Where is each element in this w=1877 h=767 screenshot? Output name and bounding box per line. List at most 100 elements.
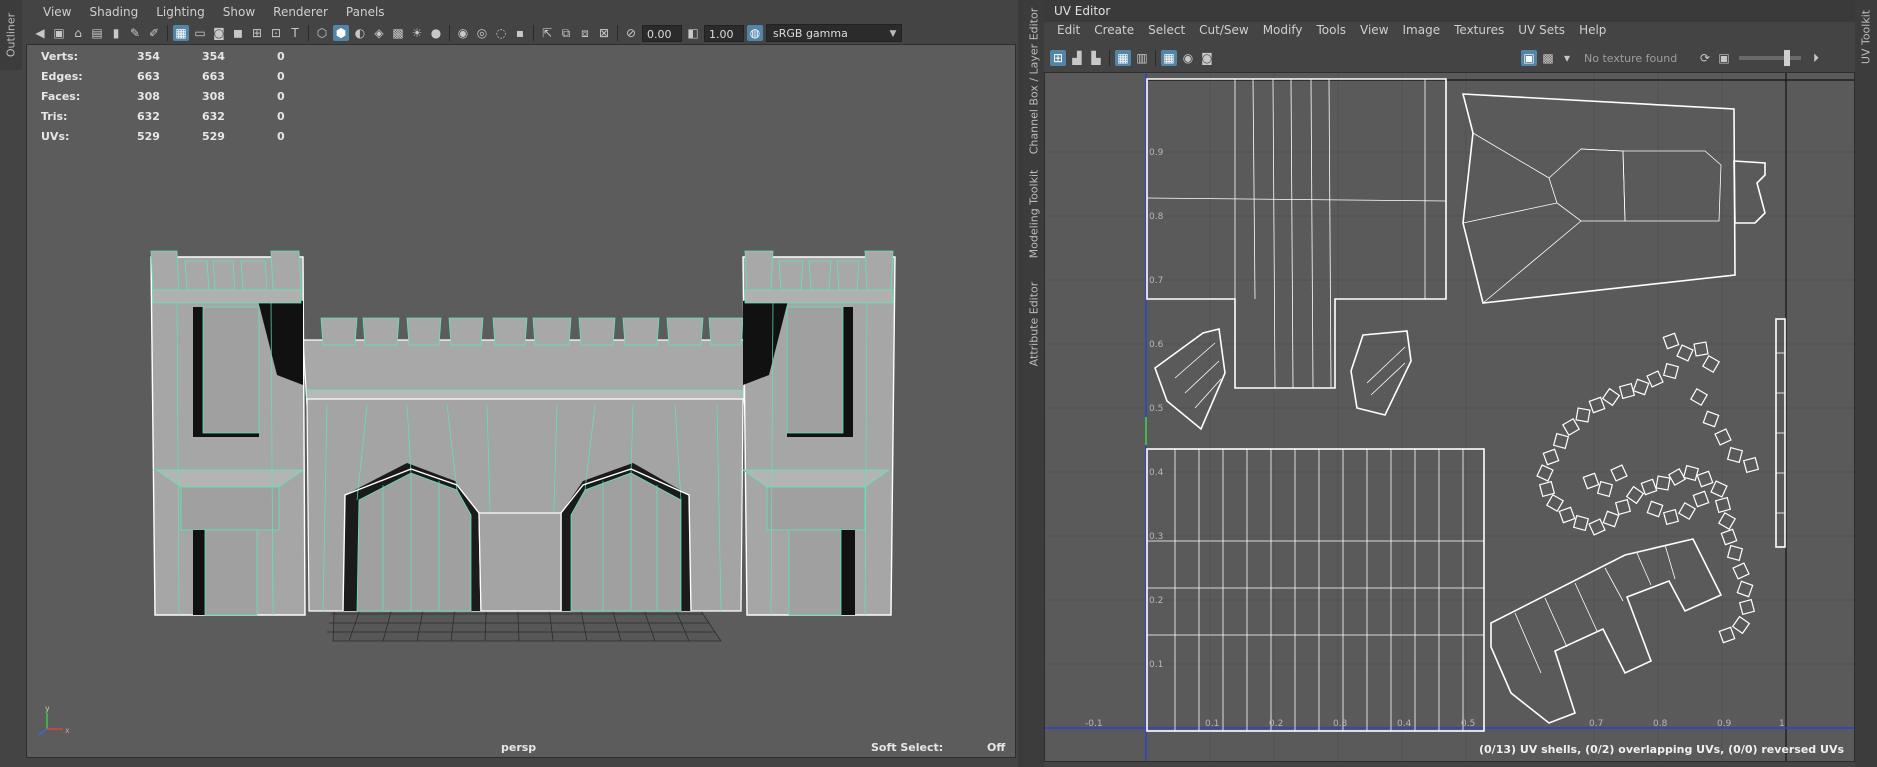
uv-menu-view[interactable]: View (1353, 19, 1395, 41)
display-image-icon[interactable]: ▣ (1521, 50, 1537, 66)
gamma-field[interactable]: 1.00 (704, 24, 744, 42)
viewport-menubar: View Shading Lighting Show Renderer Pane… (24, 0, 1018, 24)
depth-of-field-icon[interactable]: ▪ (512, 25, 528, 41)
attribute-editor-tab[interactable]: Attribute Editor (1024, 276, 1044, 372)
chevron-down-icon[interactable]: ▾ (1559, 50, 1575, 66)
view-transform-dropdown[interactable]: sRGB gamma ▼ (766, 24, 902, 42)
motion-blur-icon[interactable]: ◎ (474, 25, 490, 41)
outliner-tab[interactable]: Outliner (0, 0, 22, 70)
outliner-tab-label: Outliner (4, 12, 18, 58)
modeling-toolkit-tab[interactable]: Modeling Toolkit (1024, 164, 1044, 264)
image-plane-icon[interactable]: ▤ (89, 25, 105, 41)
camera-name-label: persp (501, 741, 537, 754)
field-chart-icon[interactable]: ⊞ (249, 25, 265, 41)
screen-space-ao-icon[interactable]: ◉ (455, 25, 471, 41)
two-d-pan-icon[interactable]: ✎ (127, 25, 143, 41)
menu-show[interactable]: Show (214, 0, 264, 24)
film-gate-icon[interactable]: ▭ (192, 25, 208, 41)
grid-icon[interactable]: ▦ (173, 25, 189, 41)
xray-joints-icon[interactable]: ⧈ (577, 25, 593, 41)
brightness-slider[interactable] (1739, 50, 1801, 66)
menu-lighting[interactable]: Lighting (147, 0, 214, 24)
menu-renderer[interactable]: Renderer (264, 0, 337, 24)
bookmarks-icon[interactable]: ⌂ (70, 25, 86, 41)
safe-title-icon[interactable]: T (287, 25, 303, 41)
refresh-icon[interactable]: ⟳ (1697, 50, 1713, 66)
wireframe-icon[interactable]: ⬡ (314, 25, 330, 41)
checker-tiles-icon[interactable]: ▩ (1540, 50, 1556, 66)
uv-menu-edit[interactable]: Edit (1050, 19, 1087, 41)
soft-select-label: Soft Select: (871, 741, 944, 754)
chevron-down-icon: ▼ (889, 29, 897, 39)
isolate-select-icon[interactable]: ⇱ (539, 25, 555, 41)
color-management-icon[interactable]: ◍ (747, 25, 763, 41)
uv-axis-y-label: 0.9 (1149, 148, 1164, 158)
uv-menu-modify[interactable]: Modify (1256, 19, 1310, 41)
exposure-icon[interactable]: ⊘ (623, 25, 639, 41)
axis-gizmo (38, 713, 63, 736)
use-all-lights-icon[interactable]: ☀ (409, 25, 425, 41)
uv-texture-view[interactable]: -0.1 0.1 0.2 0.3 0.4 0.5 0.7 0.8 0.9 1 0… (1044, 72, 1855, 762)
grease-pencil-icon[interactable]: ✐ (146, 25, 162, 41)
uv-menu-select[interactable]: Select (1141, 19, 1192, 41)
soft-select-value: Off (987, 741, 1006, 754)
uv-borders-icon[interactable]: ◉ (1180, 50, 1196, 66)
resolution-gate-icon[interactable]: ◙ (211, 25, 227, 41)
hud-value: 632 (202, 110, 225, 123)
xray-icon[interactable]: ⧉ (558, 25, 574, 41)
toolbar-divider (449, 25, 450, 41)
pixel-snap-icon[interactable]: ▥ (1134, 50, 1150, 66)
bookmark-icon[interactable]: ▮ (108, 25, 124, 41)
exposure-field[interactable]: 0.00 (642, 24, 682, 42)
xray-active-icon[interactable]: ⊠ (596, 25, 612, 41)
uv-shell-icon[interactable]: ▟ (1069, 50, 1085, 66)
uv-axis-labels: -0.1 0.1 0.2 0.3 0.4 0.5 0.7 0.8 0.9 1 0… (1085, 148, 1785, 729)
castle-model[interactable]: y x (27, 45, 1016, 758)
uv-menu-image[interactable]: Image (1396, 19, 1448, 41)
step-icon[interactable]: ⏵ (1808, 50, 1824, 66)
camera-attributes-icon[interactable]: ▣ (51, 25, 67, 41)
show-grid-icon[interactable]: ▦ (1115, 50, 1131, 66)
gamma-icon[interactable]: ◧ (685, 25, 701, 41)
uv-menu-tools[interactable]: Tools (1309, 19, 1353, 41)
uv-toolkit-tab[interactable]: UV Toolkit (1855, 0, 1877, 767)
uv-editor-panel: UV Editor Edit Create Select Cut/Sew Mod… (1044, 0, 1855, 767)
channel-box-tab-label: Channel Box / Layer Editor (1027, 7, 1041, 155)
uv-axis-x-label: -0.1 (1085, 719, 1103, 729)
uv-layout[interactable]: -0.1 0.1 0.2 0.3 0.4 0.5 0.7 0.8 0.9 1 0… (1045, 73, 1855, 762)
uv-menu-uv-sets[interactable]: UV Sets (1511, 19, 1572, 41)
safe-action-icon[interactable]: ⊡ (268, 25, 284, 41)
shadows-icon[interactable]: ● (428, 25, 444, 41)
default-material-icon[interactable]: ◐ (352, 25, 368, 41)
hud-row: UVs: 529 529 0 (41, 127, 285, 147)
uv-menu-cut-sew[interactable]: Cut/Sew (1192, 19, 1256, 41)
uv-axis-x-label: 0.2 (1269, 719, 1283, 729)
channel-box-tab[interactable]: Channel Box / Layer Editor (1024, 8, 1044, 154)
checker-icon[interactable]: ▦ (1161, 50, 1177, 66)
anti-aliasing-icon[interactable]: ◌ (493, 25, 509, 41)
image-icon[interactable]: ▣ (1716, 50, 1732, 66)
hud-label: Edges: (41, 70, 83, 83)
hud-value: 0 (277, 50, 285, 63)
uv-menu-create[interactable]: Create (1087, 19, 1141, 41)
select-camera-icon[interactable]: ◀ (32, 25, 48, 41)
hud-value: 0 (277, 90, 285, 103)
uv-menu-help[interactable]: Help (1572, 19, 1613, 41)
gate-mask-icon[interactable]: ◼ (230, 25, 246, 41)
smooth-shade-icon[interactable]: ⬢ (333, 25, 349, 41)
menu-view[interactable]: View (34, 0, 80, 24)
uv-distort-icon[interactable]: ▙ (1088, 50, 1104, 66)
uv-menu-textures[interactable]: Textures (1447, 19, 1511, 41)
slider-handle[interactable] (1784, 50, 1790, 66)
menu-shading[interactable]: Shading (80, 0, 147, 24)
view-transform-value: sRGB gamma (773, 27, 848, 40)
texture-field[interactable]: No texture found (1578, 52, 1694, 65)
wireframe-on-shaded-icon[interactable]: ◈ (371, 25, 387, 41)
menu-panels[interactable]: Panels (337, 0, 394, 24)
uv-axis-x-label: 0.1 (1205, 719, 1219, 729)
snapshot-icon[interactable]: ◙ (1199, 50, 1215, 66)
textured-icon[interactable]: ▩ (390, 25, 406, 41)
grid-snap-icon[interactable]: ⊞ (1050, 50, 1066, 66)
perspective-viewport[interactable]: y x Verts: 354 354 0 Edges: 663 663 0 Fa… (26, 44, 1016, 758)
hud-value: 663 (202, 70, 225, 83)
